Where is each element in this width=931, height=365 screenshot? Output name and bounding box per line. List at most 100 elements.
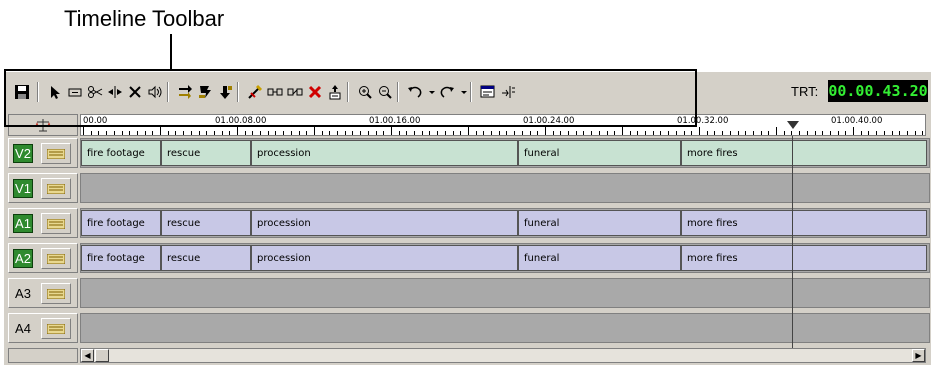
clip[interactable]: fire footage <box>81 245 161 271</box>
track-content[interactable]: fire footage rescue procession funeral more … <box>80 243 930 273</box>
playhead-line <box>792 136 793 350</box>
ruler-tick <box>437 131 438 135</box>
clip[interactable]: rescue <box>161 140 251 166</box>
timecode-ruler[interactable]: 00.00 01.00.08.00 01.00.16.00 01.00.24.0… <box>80 114 926 136</box>
horizontal-scrollbar[interactable]: ◀ ▶ <box>80 348 926 363</box>
track-toggle-a2[interactable]: A2 <box>13 249 33 268</box>
ruler-tick <box>199 131 200 135</box>
zoom-out-icon[interactable] <box>375 82 395 102</box>
sync-lock-icon[interactable] <box>41 283 71 304</box>
ruler-tick <box>761 131 762 135</box>
timeline-toolbar-callout: Timeline Toolbar <box>64 6 225 31</box>
ruler-tick <box>722 131 723 135</box>
ruler-tick <box>399 131 400 135</box>
clip[interactable]: more fires <box>681 140 927 166</box>
track-content[interactable]: fire footage rescue procession funeral more … <box>80 138 930 168</box>
track-toggle-v1[interactable]: V1 <box>13 179 33 198</box>
ruler-tick <box>915 131 916 135</box>
ruler-tick <box>853 127 854 135</box>
track-content[interactable] <box>80 313 930 343</box>
clip[interactable]: procession <box>251 245 518 271</box>
scroll-right-icon[interactable]: ▶ <box>912 349 925 362</box>
track-content[interactable]: fire footage rescue procession funeral more … <box>80 208 930 238</box>
ruler-tick <box>129 131 130 135</box>
clip[interactable]: funeral <box>518 210 681 236</box>
ruler-tick <box>391 127 392 135</box>
delete-icon[interactable] <box>125 82 145 102</box>
sync-lock-icon[interactable] <box>41 248 71 269</box>
ruler-tick <box>868 131 869 135</box>
timeline-toolbar: TRT: 00.00.43.20 <box>4 72 931 112</box>
track-toggle-a1[interactable]: A1 <box>13 214 33 233</box>
clip[interactable]: more fires <box>681 210 927 236</box>
clip[interactable]: rescue <box>161 245 251 271</box>
pointer-icon[interactable] <box>45 82 65 102</box>
ruler-timecode: 01.00.40.00 <box>831 116 883 126</box>
clip[interactable]: fire footage <box>81 210 161 236</box>
ruler-tick <box>91 131 92 135</box>
razor-icon[interactable] <box>85 82 105 102</box>
ruler-timecode: 01.00.16.00 <box>369 116 421 126</box>
ruler-tick <box>730 131 731 135</box>
ruler-tick <box>360 131 361 135</box>
clip[interactable]: procession <box>251 210 518 236</box>
track-toggle-a4[interactable]: A4 <box>13 319 33 338</box>
clip[interactable]: more fires <box>681 245 927 271</box>
scroll-left-icon[interactable]: ◀ <box>81 349 94 362</box>
ruler-timecode: 00.00 <box>83 116 108 126</box>
sync-lock-icon[interactable] <box>41 318 71 339</box>
clip[interactable]: procession <box>251 140 518 166</box>
ruler-tick <box>114 131 115 135</box>
audio-icon[interactable] <box>145 82 165 102</box>
scroll-thumb[interactable] <box>95 349 109 362</box>
ruler-tick <box>637 131 638 135</box>
clip[interactable]: funeral <box>518 140 681 166</box>
magic-icon[interactable] <box>245 82 265 102</box>
track-header: A1 <box>8 208 78 238</box>
insert-icon[interactable] <box>175 82 195 102</box>
track-content[interactable] <box>80 173 930 203</box>
clip[interactable]: funeral <box>518 245 681 271</box>
extract-icon[interactable] <box>325 82 345 102</box>
zoom-in-icon[interactable] <box>355 82 375 102</box>
ruler-tick <box>738 131 739 135</box>
overwrite-icon[interactable] <box>195 82 215 102</box>
ruler-tick <box>499 131 500 135</box>
track-header: A4 <box>8 313 78 343</box>
toolbar-separator <box>167 82 169 102</box>
ruler-tick <box>768 131 769 135</box>
lift-icon[interactable] <box>215 82 235 102</box>
track-toggle-v2[interactable]: V2 <box>13 144 33 163</box>
snap-icon[interactable] <box>498 82 518 102</box>
timeline-window: TRT: 00.00.43.20 00.00 01.00.08.00 01.00… <box>4 72 931 365</box>
track-content[interactable] <box>80 278 930 308</box>
ruler-tick <box>560 131 561 135</box>
unlink-icon[interactable] <box>285 82 305 102</box>
scale-icon[interactable] <box>8 114 78 136</box>
sync-lock-icon[interactable] <box>41 213 71 234</box>
track-toggle-a3[interactable]: A3 <box>13 284 33 303</box>
trim-icon[interactable] <box>65 82 85 102</box>
remove-icon[interactable] <box>305 82 325 102</box>
ruler-tick <box>476 131 477 135</box>
ruler-tick <box>553 131 554 135</box>
ruler-tick <box>537 131 538 135</box>
clip[interactable]: fire footage <box>81 140 161 166</box>
ruler-tick <box>314 127 315 135</box>
callout-line <box>170 34 172 70</box>
clip[interactable]: rescue <box>161 210 251 236</box>
ruler-tick <box>491 131 492 135</box>
ruler-tick <box>676 131 677 135</box>
sync-lock-icon[interactable] <box>41 178 71 199</box>
playhead-marker[interactable] <box>787 121 799 129</box>
ruler-tick <box>160 127 161 135</box>
link-icon[interactable] <box>265 82 285 102</box>
ruler-tick <box>753 131 754 135</box>
save-icon[interactable] <box>12 82 32 102</box>
sync-lock-icon[interactable] <box>41 143 71 164</box>
ruler-tick <box>152 131 153 135</box>
split-icon[interactable] <box>105 82 125 102</box>
ruler-tick <box>815 131 816 135</box>
properties-icon[interactable] <box>478 82 498 102</box>
ruler-tick <box>237 127 238 135</box>
